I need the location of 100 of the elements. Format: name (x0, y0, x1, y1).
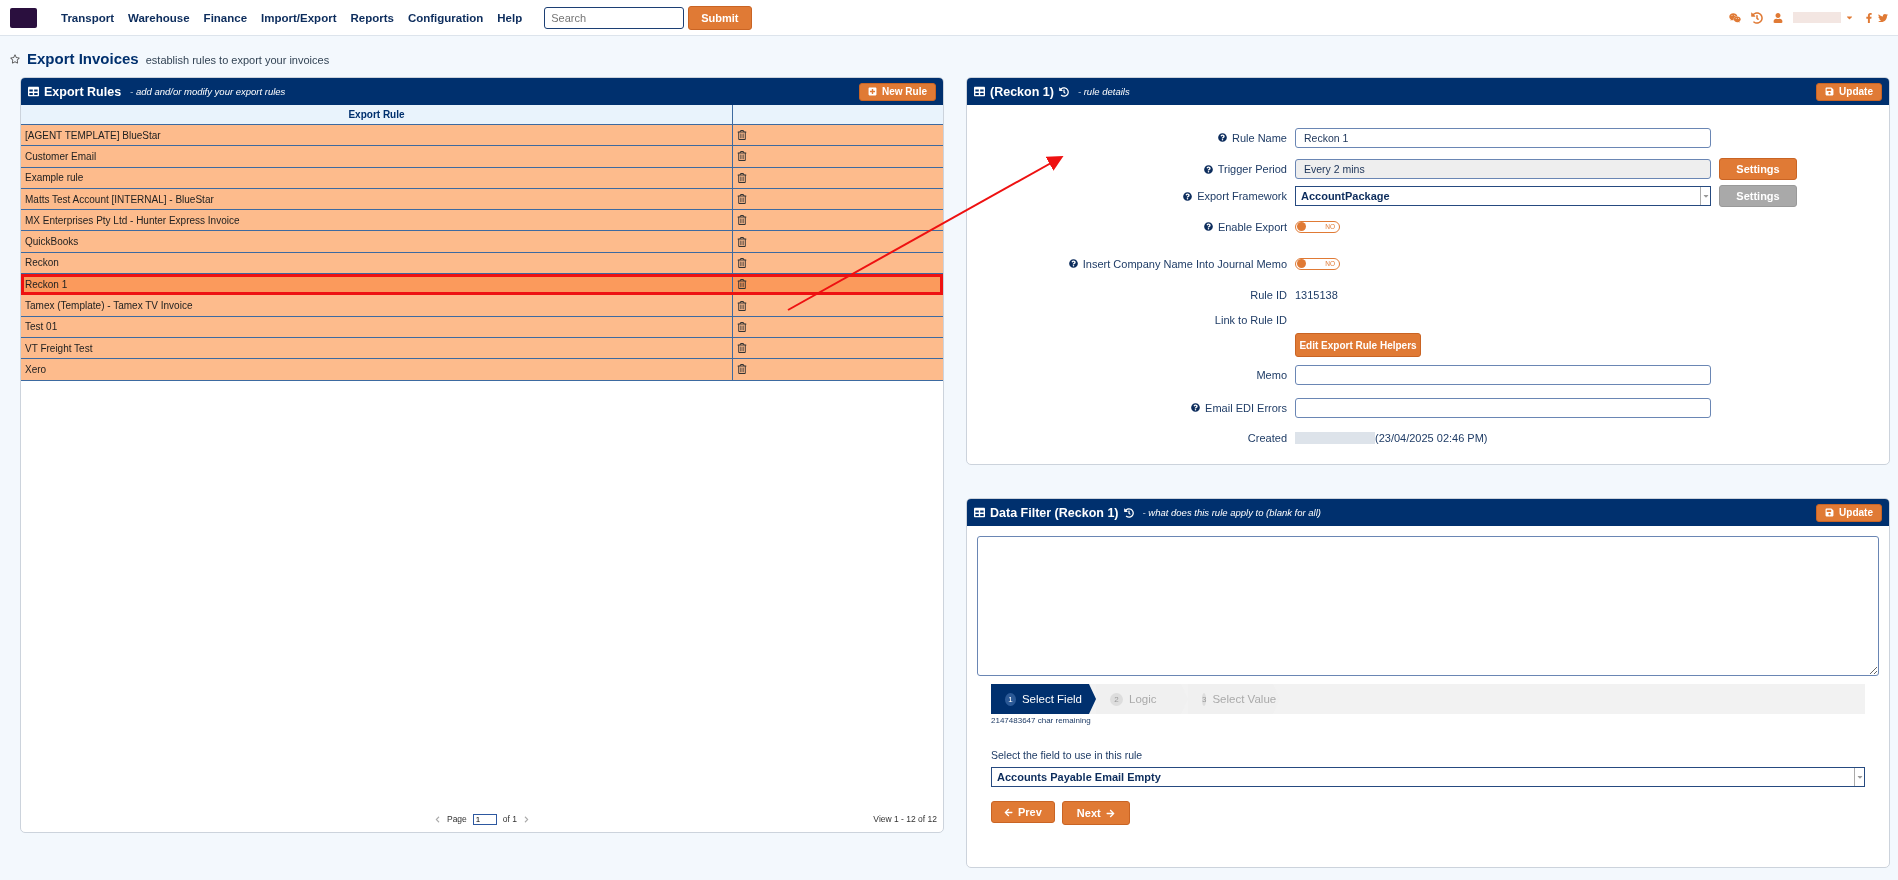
table-row[interactable]: Matts Test Account [INTERNAL] - BlueStar (21, 188, 943, 211)
field-label: Memo (1255, 368, 1287, 381)
table-row[interactable]: MX Enterprises Pty Ltd - Hunter Express Invoice (21, 210, 943, 232)
page-label: Page (446, 814, 467, 824)
save-icon (1825, 87, 1835, 96)
view-count: View 1 - 12 of 12 (873, 814, 937, 824)
search-field[interactable]: Search (544, 6, 685, 29)
char-remaining: 2147483647 char remaining (991, 716, 1092, 725)
trash-icon[interactable] (737, 215, 747, 226)
table-row[interactable]: Tamex (Template) - Tamex TV Invoice (21, 295, 943, 317)
rule-name: [AGENT TEMPLATE] BlueStar (21, 125, 733, 146)
table-row[interactable]: Reckon (21, 252, 943, 275)
field-label: Rule Name (967, 131, 1287, 144)
trash-icon[interactable] (737, 151, 747, 162)
created-date: (23/04/2025 02:46 PM) (1375, 432, 1488, 444)
table-row[interactable]: Example rule (21, 167, 943, 189)
trash-icon[interactable] (737, 321, 747, 332)
plus-icon (868, 87, 877, 96)
history-icon[interactable] (1058, 86, 1069, 97)
nav-menu-item[interactable]: Configuration (407, 11, 484, 24)
arrow-left-icon (1004, 807, 1013, 817)
user-icon[interactable] (1773, 12, 1783, 23)
table-row[interactable]: QuickBooks (21, 231, 943, 253)
nav-menu-item[interactable]: Import/Export (261, 11, 337, 24)
table-row[interactable]: Reckon 1 (21, 274, 943, 296)
rule-name: Matts Test Account [INTERNAL] - BlueStar (21, 188, 733, 210)
table-row[interactable]: VT Freight Test (21, 337, 943, 360)
panel-subtitle: - what does this rule apply to (blank for all) (1142, 507, 1321, 518)
star-icon[interactable] (10, 54, 20, 64)
trash-icon[interactable] (737, 194, 747, 205)
field-label: Created (1246, 432, 1287, 444)
field-label: Export Framework (967, 190, 1287, 202)
panel-title: Data Filter (Reckon 1) (990, 505, 1119, 520)
field-label: Enable Export (967, 220, 1287, 233)
text-field[interactable] (1295, 397, 1711, 418)
caret-icon (1701, 192, 1710, 200)
table-row[interactable]: Test 01 (21, 316, 943, 338)
table-row[interactable]: [AGENT TEMPLATE] BlueStar (21, 125, 943, 147)
table-icon (28, 86, 39, 97)
caret-icon[interactable] (1845, 13, 1854, 22)
help-icon[interactable] (1203, 222, 1213, 231)
panel-subtitle: - rule details (1077, 86, 1130, 97)
text-field[interactable]: Every 2 mins (1295, 159, 1711, 179)
trash-icon[interactable] (737, 343, 747, 354)
page-count: of 1 (502, 814, 517, 824)
select-field[interactable]: Accounts Payable Email Empty (991, 767, 1865, 787)
rule-name: Reckon (21, 252, 733, 274)
rule-name: Test 01 (21, 316, 733, 337)
rule-name: MX Enterprises Pty Ltd - Hunter Express Invoice (21, 210, 733, 231)
trash-icon[interactable] (737, 236, 747, 247)
help-icon[interactable] (1068, 259, 1078, 268)
panel-title: Export Rules (44, 84, 122, 99)
text-field[interactable] (1295, 364, 1711, 385)
table-icon (974, 507, 985, 518)
rule-name: Reckon 1 (21, 274, 733, 295)
wizard-step[interactable]: 1 Select Field (991, 684, 1096, 714)
facebook-icon[interactable] (1864, 12, 1874, 23)
chat-icon[interactable] (1729, 11, 1741, 24)
page-field[interactable]: 1 (472, 813, 497, 825)
trash-icon[interactable] (737, 130, 747, 141)
table-row[interactable]: Customer Email (21, 146, 943, 168)
trash-icon[interactable] (737, 279, 747, 290)
rule-name: Customer Email (21, 146, 733, 167)
rule-name: QuickBooks (21, 231, 733, 252)
nav-menu-item[interactable]: Help (497, 11, 523, 24)
text-field[interactable]: Reckon 1 (1295, 127, 1711, 148)
field-label: Rule ID (1249, 288, 1287, 301)
panel-subtitle: - add and/or modify your export rules (130, 86, 286, 97)
nav-menu-item[interactable]: Finance (203, 11, 248, 24)
trash-icon[interactable] (737, 257, 747, 268)
rule-id-value: 1315138 (1295, 288, 1338, 301)
trash-icon[interactable] (737, 172, 747, 183)
save-icon (1825, 508, 1835, 517)
rule-name: Example rule (21, 167, 733, 188)
field-label: Link to Rule ID (1213, 313, 1287, 326)
page-subtitle: establish rules to export your invoices (145, 54, 330, 66)
panel-title: (Reckon 1) (990, 84, 1054, 99)
redacted-block (1793, 12, 1841, 23)
help-icon[interactable] (1203, 164, 1213, 174)
table-row[interactable]: Xero (21, 359, 943, 381)
rule-name: Xero (21, 359, 733, 380)
twitter-icon[interactable] (1878, 12, 1888, 23)
page-title: Export Invoices (27, 50, 139, 67)
nav-menu-item[interactable]: Warehouse (128, 11, 190, 24)
caret-icon (1855, 773, 1864, 781)
field-label: Insert Company Name Into Journal Memo (967, 257, 1287, 270)
trash-icon[interactable] (737, 300, 747, 311)
trash-icon[interactable] (737, 364, 747, 375)
field-label: Select the field to use in this rule (991, 749, 1144, 761)
nav-menu-item[interactable]: Reports (350, 11, 394, 24)
nav-menu-item[interactable]: Transport (61, 11, 115, 24)
history-icon[interactable] (1123, 507, 1134, 518)
rule-name: Tamex (Template) - Tamex TV Invoice (21, 295, 733, 316)
table-icon (974, 86, 985, 97)
field-label: Trigger Period (967, 163, 1287, 175)
help-icon[interactable] (1217, 133, 1227, 142)
logo[interactable] (10, 7, 37, 28)
help-icon[interactable] (1191, 403, 1201, 412)
rule-name: VT Freight Test (21, 337, 733, 359)
field-label: Email EDI Errors (967, 401, 1287, 414)
